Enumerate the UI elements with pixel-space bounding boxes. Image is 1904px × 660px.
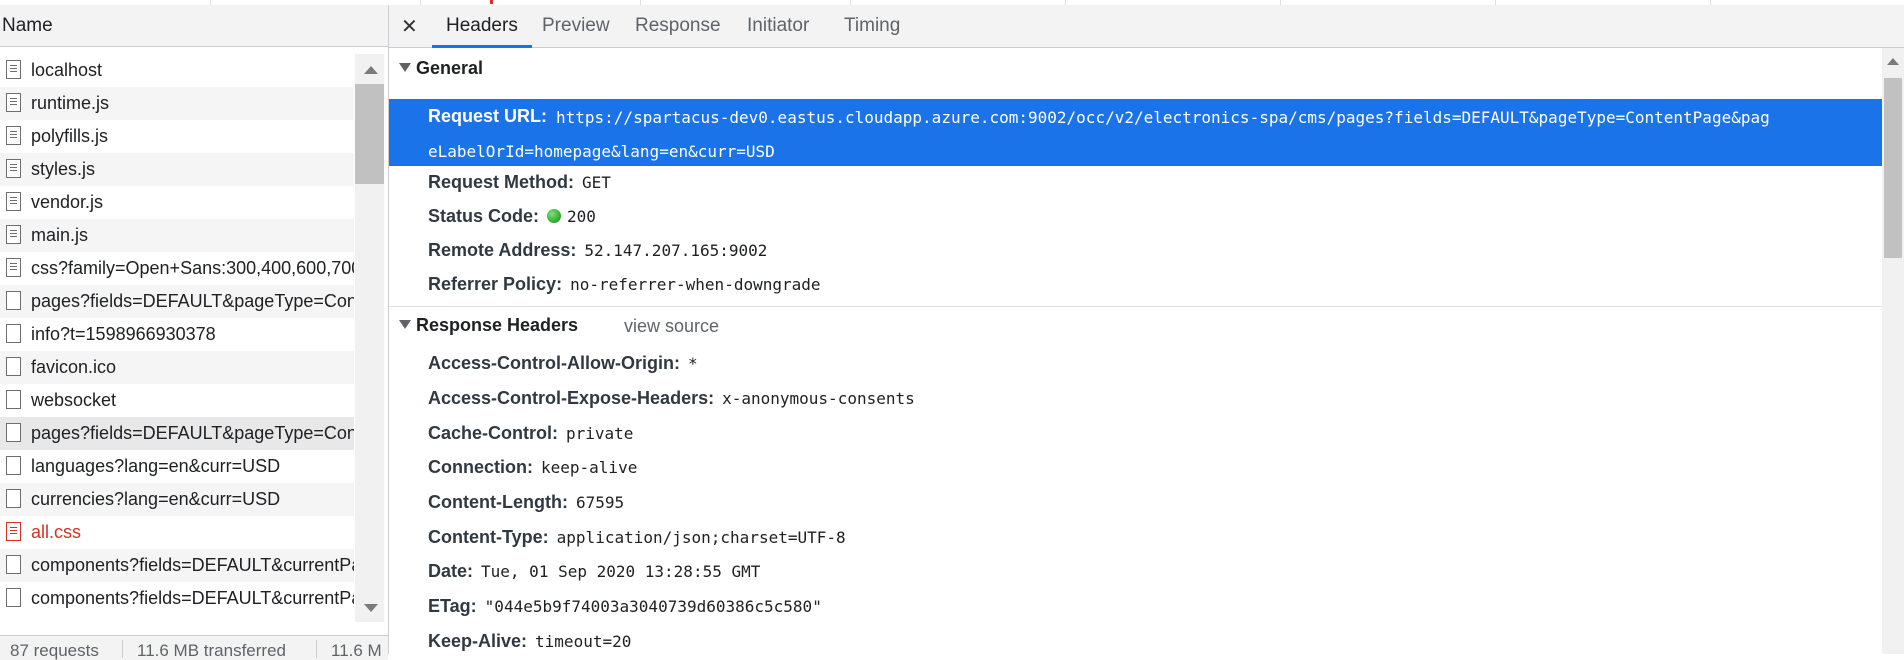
expand-triangle-icon bbox=[399, 63, 411, 72]
network-status-bar: 87 requests 11.6 MB transferred 11.6 M bbox=[0, 635, 388, 660]
name-column-header[interactable]: Name bbox=[0, 5, 388, 47]
detail-tabbar: ✕ Headers Preview Response Initiator Tim… bbox=[389, 5, 1904, 48]
request-list-scrollbar[interactable] bbox=[355, 54, 384, 622]
timeline-marker bbox=[490, 0, 493, 4]
request-row[interactable]: localhost bbox=[0, 54, 354, 87]
script-file-icon bbox=[6, 126, 21, 145]
document-icon bbox=[6, 60, 21, 79]
headers-content: General Request URL: https://spartacus-d… bbox=[389, 48, 1882, 654]
request-row[interactable]: styles.js bbox=[0, 153, 354, 186]
request-row[interactable]: favicon.ico bbox=[0, 351, 354, 384]
request-row[interactable]: websocket bbox=[0, 384, 354, 417]
blank-file-icon bbox=[6, 357, 21, 376]
tab-initiator[interactable]: Initiator bbox=[747, 5, 809, 47]
script-file-icon bbox=[6, 93, 21, 112]
request-row[interactable]: currencies?lang=en&curr=USD bbox=[0, 483, 354, 516]
request-row[interactable]: main.js bbox=[0, 219, 354, 252]
request-url-row[interactable]: Request URL: https://spartacus-dev0.east… bbox=[389, 99, 1882, 166]
scroll-up-arrow-icon[interactable] bbox=[364, 66, 378, 74]
referrer-policy-row: Referrer Policy: no-referrer-when-downgra… bbox=[428, 274, 821, 294]
stylesheet-error-icon bbox=[6, 522, 21, 541]
stylesheet-icon bbox=[6, 258, 21, 277]
blank-file-icon bbox=[6, 423, 21, 442]
tab-timing[interactable]: Timing bbox=[844, 5, 900, 47]
blank-file-icon bbox=[6, 390, 21, 409]
response-header-row: Cache-Control: private bbox=[428, 423, 634, 443]
response-header-row: Content-Type: application/json;charset=UT… bbox=[428, 527, 846, 547]
tab-response[interactable]: Response bbox=[635, 5, 721, 47]
scroll-up-arrow-icon[interactable] bbox=[1887, 58, 1899, 65]
script-file-icon bbox=[6, 225, 21, 244]
response-headers-section-toggle[interactable]: Response Headers bbox=[399, 315, 578, 336]
expand-triangle-icon bbox=[399, 320, 411, 329]
headers-scrollbar[interactable] bbox=[1882, 48, 1904, 654]
response-header-row: Connection: keep-alive bbox=[428, 457, 638, 477]
response-header-row: Access-Control-Expose-Headers: x-anonymou… bbox=[428, 388, 915, 408]
transferred-size: 11.6 MB transferred bbox=[137, 641, 286, 660]
blank-file-icon bbox=[6, 456, 21, 475]
status-ok-dot-icon bbox=[547, 209, 562, 223]
request-row[interactable]: polyfills.js bbox=[0, 120, 354, 153]
request-url-value-cont: eLabelOrId=homepage&lang=en&curr=USD bbox=[428, 142, 775, 161]
response-header-row: Keep-Alive: timeout=20 bbox=[428, 631, 632, 651]
blank-file-icon bbox=[6, 291, 21, 310]
blank-file-icon bbox=[6, 489, 21, 508]
remote-address-row: Remote Address: 52.147.207.165:9002 bbox=[428, 240, 768, 260]
general-section-toggle[interactable]: General bbox=[399, 58, 483, 79]
request-url-value: https://spartacus-dev0.eastus.cloudapp.a… bbox=[556, 108, 1770, 127]
request-row[interactable]: vendor.js bbox=[0, 186, 354, 219]
scrollbar-thumb[interactable] bbox=[1884, 78, 1902, 258]
request-row[interactable]: all.css bbox=[0, 516, 354, 549]
request-detail-panel: ✕ Headers Preview Response Initiator Tim… bbox=[389, 5, 1904, 654]
blank-file-icon bbox=[6, 588, 21, 607]
script-file-icon bbox=[6, 159, 21, 178]
tab-headers[interactable]: Headers bbox=[432, 5, 532, 48]
request-row[interactable]: languages?lang=en&curr=USD bbox=[0, 450, 354, 483]
request-count: 87 requests bbox=[10, 641, 99, 660]
response-header-row: Content-Length: 67595 bbox=[428, 492, 625, 512]
request-list-panel: Name localhost runtime.js polyfills.js s… bbox=[0, 5, 389, 660]
response-header-row: Date: Tue, 01 Sep 2020 13:28:55 GMT bbox=[428, 561, 761, 581]
blank-file-icon bbox=[6, 555, 21, 574]
request-method-row: Request Method: GET bbox=[428, 172, 611, 192]
request-row[interactable]: runtime.js bbox=[0, 87, 354, 120]
view-source-link[interactable]: view source bbox=[624, 316, 719, 337]
request-rows: localhost runtime.js polyfills.js styles… bbox=[0, 54, 354, 615]
status-code-row: Status Code: 200 bbox=[428, 206, 596, 226]
request-row[interactable]: info?t=1598966930378 bbox=[0, 318, 354, 351]
response-header-row: Access-Control-Allow-Origin: * bbox=[428, 353, 698, 373]
request-row[interactable]: pages?fields=DEFAULT&pageType=ContentPag… bbox=[0, 285, 354, 318]
scrollbar-thumb[interactable] bbox=[355, 84, 384, 184]
response-header-row: ETag: "044e5b9f74003a3040739d60386c5c580" bbox=[428, 596, 822, 616]
scroll-down-arrow-icon[interactable] bbox=[364, 604, 378, 612]
blank-file-icon bbox=[6, 324, 21, 343]
tab-preview[interactable]: Preview bbox=[542, 5, 610, 47]
request-row[interactable]: css?family=Open+Sans:300,400,600,700 bbox=[0, 252, 354, 285]
request-row-selected[interactable]: pages?fields=DEFAULT&pageType=ContentPag… bbox=[0, 417, 354, 450]
script-file-icon bbox=[6, 192, 21, 211]
request-row[interactable]: components?fields=DEFAULT&currentPage bbox=[0, 549, 354, 582]
request-row[interactable]: components?fields=DEFAULT&currentPage bbox=[0, 582, 354, 615]
close-icon[interactable]: ✕ bbox=[401, 14, 418, 39]
resources-size: 11.6 M bbox=[331, 641, 382, 660]
